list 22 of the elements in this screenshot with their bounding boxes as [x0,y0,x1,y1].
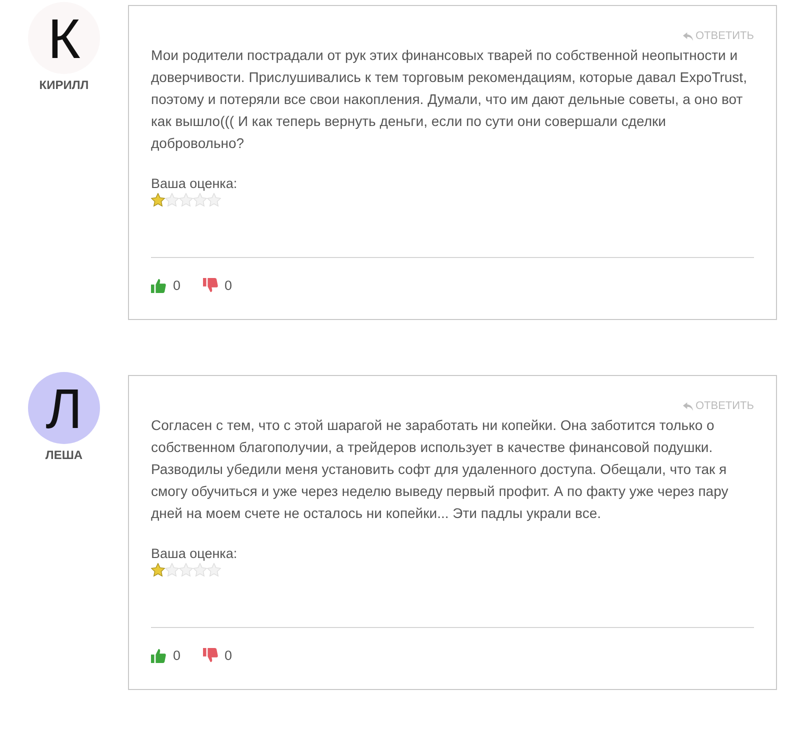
author-name: ЛЕША [45,448,83,462]
comment-text: Мои родители пострадали от рук этих финансовых тварей по собственной неопытности и доверчивости. Прислушивались к тем торговым рекомендациям, которые давал ExpoTrust, поэтому и потеряли все свои накопления. Думали, что им дают дельные советы, а оно вот как вышло((( И как теперь вернуть деньги, если по сути они совершали сделки добровольно? [151,46,748,153]
avatar: Л [28,372,100,444]
like-count: 0 [173,278,181,293]
author-name: КИРИЛЛ [39,78,89,92]
thumbs-down-icon[interactable] [202,278,218,293]
reply-icon [683,32,694,40]
star-icon[interactable] [151,563,165,577]
reply-link[interactable]: ОТВЕТИТЬ [683,400,754,412]
comment-text: Согласен с тем, что с этой шарагой не заработать ни копейки. Она заботится только о собственном благополучии, а трейдеров использует в качестве финансовой подушки. Разводилы убедили меня установить софт для удаленного доступа. Обещали, что так я смогу обучиться и уже через неделю выведу первый профит. А по факту уже через пару дней на моем счете не осталось ни копейки... Эти падлы украли все. [151,416,730,523]
star-icon[interactable] [151,193,165,207]
like-count: 0 [173,648,181,663]
rating-label: Ваша оценка: [151,176,238,191]
reply-link[interactable]: ОТВЕТИТЬ [683,30,754,42]
dislike-count: 0 [224,648,232,663]
thumbs-up-icon[interactable] [151,648,166,663]
thumbs-up-icon[interactable] [151,278,166,293]
rating-label: Ваша оценка: [151,546,238,561]
dislike-count: 0 [224,278,232,293]
avatar: К [28,2,100,74]
thumbs-down-icon[interactable] [202,648,218,663]
reply-icon [683,402,694,410]
